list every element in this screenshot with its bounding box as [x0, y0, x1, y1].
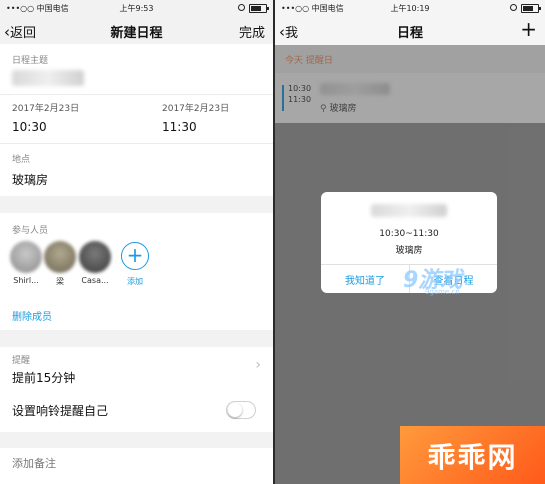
status-time: 上午10:19: [390, 4, 430, 13]
page-title: 日程: [396, 26, 423, 41]
location-value: 玻璃房: [12, 173, 49, 187]
chevron-right-icon: ›: [255, 357, 261, 373]
schedule-screen: •••○○ 中国电信 上午10:19 ‹我 日程 + 今天 提醒日 10:30 …: [275, 0, 545, 484]
brand-text: 乖乖网: [427, 441, 518, 474]
add-participant-label[interactable]: 添加: [115, 276, 155, 287]
done-button[interactable]: 完成: [239, 22, 265, 41]
nav-bar: ‹我 日程 +: [275, 16, 545, 44]
location-section[interactable]: 地点 玻璃房: [0, 144, 273, 196]
subject-input[interactable]: [12, 70, 84, 86]
start-time[interactable]: 10:30: [12, 120, 47, 134]
watermark-sub: 9game.cn: [425, 288, 460, 296]
page-title: 新建日程: [110, 26, 163, 41]
status-bar: •••○○ 中国电信 上午10:19: [275, 0, 545, 16]
battery-icon: [521, 4, 541, 13]
ring-reminder-row: 设置响铃提醒自己: [0, 390, 273, 432]
reminder-label: 提醒: [12, 356, 31, 366]
add-icon[interactable]: +: [520, 17, 537, 41]
time-section: 2017年2月23日 10:30 2017年2月23日 11:30: [0, 95, 273, 143]
rotation-lock-icon: [510, 4, 517, 11]
status-bar: •••○○ 中国电信 上午9:53: [0, 0, 273, 16]
start-date[interactable]: 2017年2月23日: [12, 101, 79, 114]
rotation-lock-icon: [238, 4, 245, 11]
ring-reminder-toggle[interactable]: [226, 401, 256, 419]
reminder-row[interactable]: 提醒 提前15分钟 ›: [0, 347, 273, 390]
nav-bar: ‹返回 新建日程 完成: [0, 16, 273, 44]
participants-section: 参与人员 Shirl... 梁 Casa... + 添加 删除成员: [0, 213, 273, 330]
status-time: 上午9:53: [119, 4, 154, 13]
ring-reminder-label: 设置响铃提醒自己: [12, 404, 109, 418]
battery-icon: [249, 4, 269, 13]
add-participant-icon[interactable]: +: [121, 242, 149, 270]
dialog-time: 10:30~11:30: [379, 229, 439, 239]
avatar[interactable]: [10, 241, 42, 273]
brand-logo: 乖乖网: [400, 426, 545, 484]
reminder-value: 提前15分钟: [12, 371, 76, 385]
dialog-title: [371, 204, 447, 217]
remove-members-link[interactable]: 删除成员: [12, 308, 52, 323]
header: •••○○ 中国电信 上午10:19 ‹我 日程 +: [275, 0, 545, 45]
subject-label: 日程主题: [12, 56, 49, 66]
participants-label: 参与人员: [12, 226, 49, 236]
subject-section: 日程主题: [0, 44, 273, 94]
avatar[interactable]: [44, 241, 76, 273]
end-time[interactable]: 11:30: [162, 120, 197, 134]
dismiss-button[interactable]: 我知道了: [321, 272, 409, 287]
location-label: 地点: [12, 155, 31, 165]
new-event-screen: •••○○ 中国电信 上午9:53 ‹返回 新建日程 完成 日程主题 2017年…: [0, 0, 273, 484]
add-note-label: 添加备注: [12, 457, 56, 470]
end-date[interactable]: 2017年2月23日: [162, 101, 229, 114]
participant-name: 梁: [56, 277, 64, 286]
avatar[interactable]: [79, 241, 111, 273]
add-note-row[interactable]: 添加备注: [0, 448, 273, 484]
participant-name: Casa...: [81, 276, 109, 285]
dialog-location: 玻璃房: [395, 246, 423, 256]
